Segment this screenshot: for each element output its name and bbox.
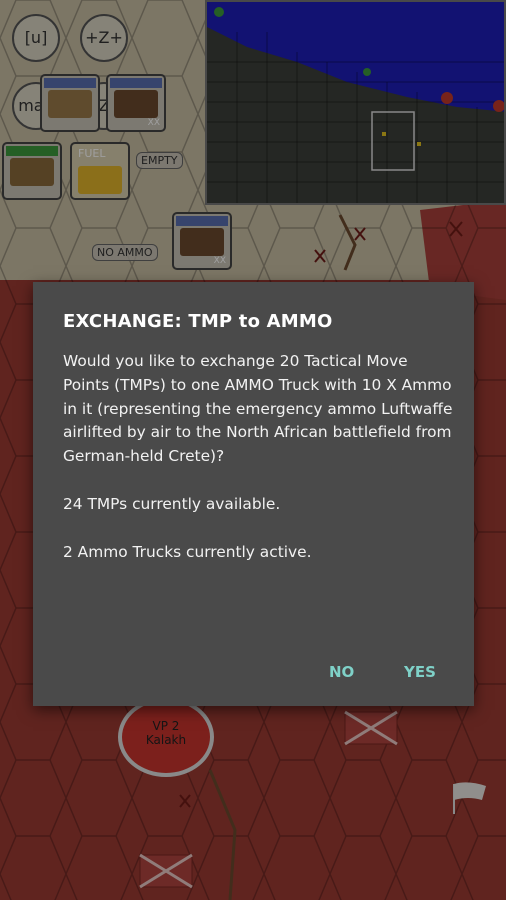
exchange-dialog: EXCHANGE: TMP to AMMO Would you like to … [33,282,474,706]
truck-status: 2 Ammo Trucks currently active. [63,542,312,561]
tmp-status: 24 TMPs currently available. [63,494,281,513]
no-button[interactable]: NO [323,659,360,685]
dialog-title: EXCHANGE: TMP to AMMO [63,311,333,332]
yes-button[interactable]: YES [398,659,442,685]
dialog-body: Would you like to exchange 20 Tactical M… [63,350,453,589]
dialog-message: Would you like to exchange 20 Tactical M… [63,352,453,466]
